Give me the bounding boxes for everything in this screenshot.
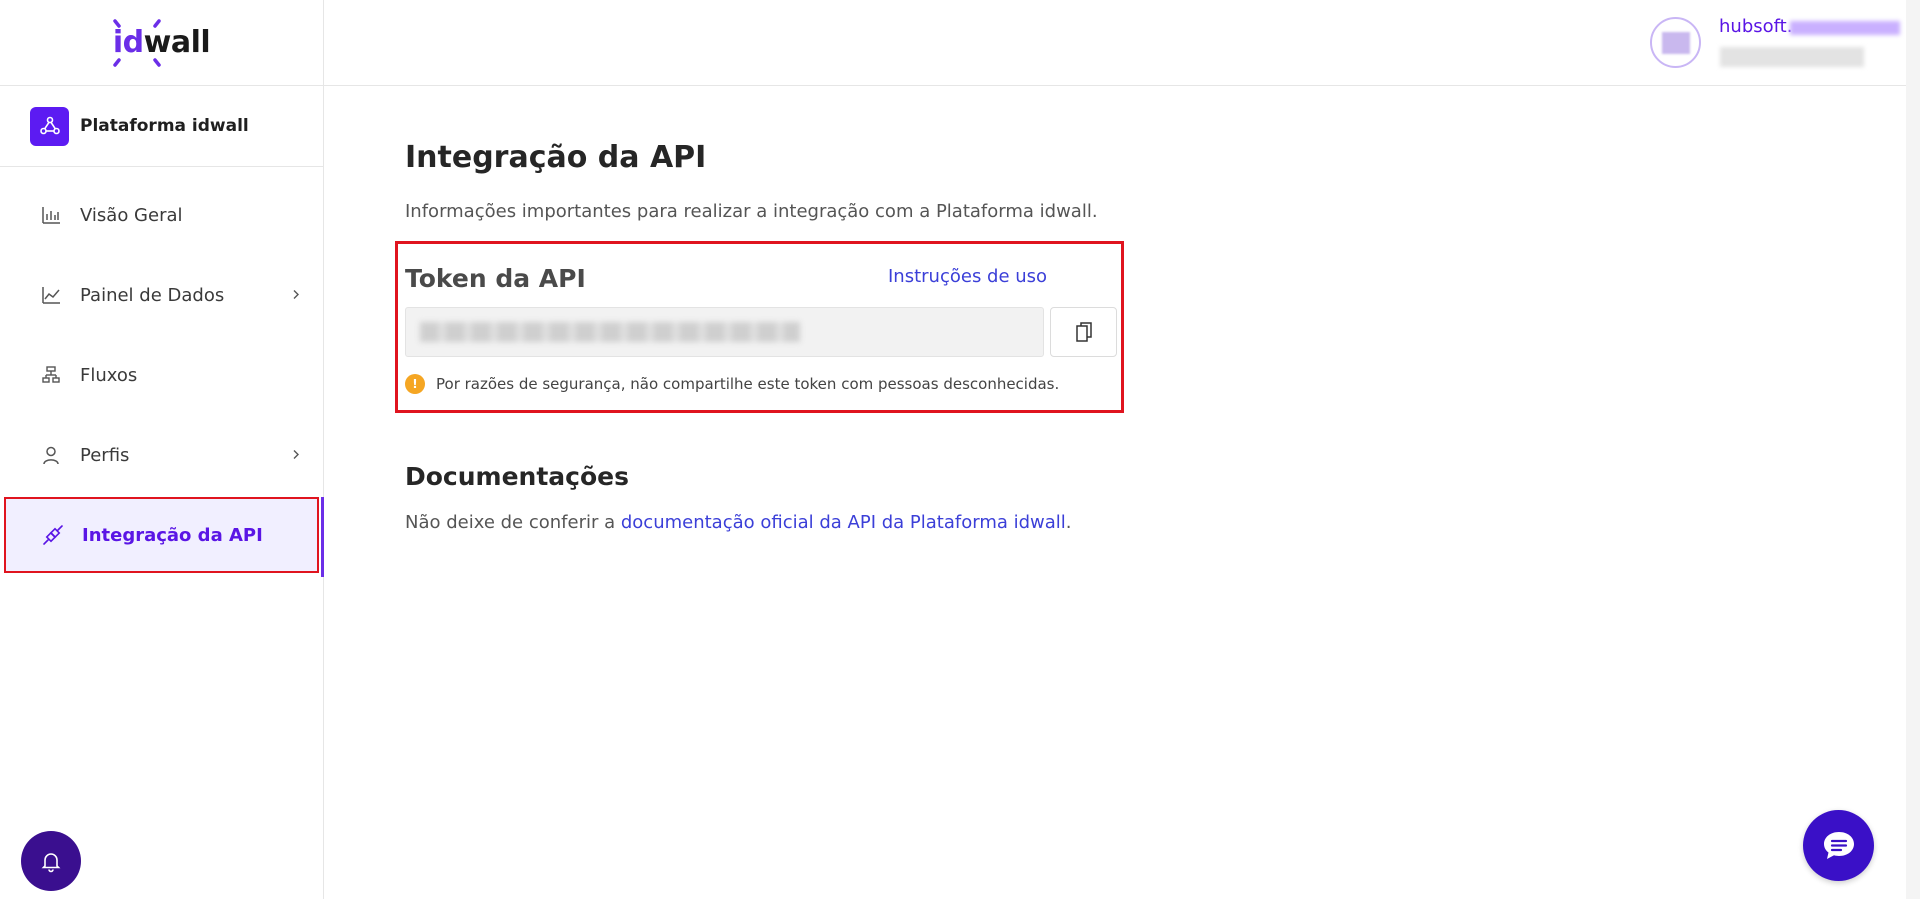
docs-text: Não deixe de conferir a documentação ofi… (405, 512, 1072, 533)
sidebar-item-label: Integração da API (82, 524, 263, 546)
warning-text: Por razões de segurança, não compartilhe… (436, 375, 1060, 393)
sidebar-item-label: Visão Geral (80, 204, 183, 226)
plug-icon (42, 524, 64, 546)
token-section: Token da API Instruções de uso ! Por raz… (395, 241, 1124, 413)
copy-token-button[interactable] (1050, 307, 1117, 357)
bell-icon (41, 853, 61, 873)
sidebar: idwall Plataforma idwall Visão Geral Pai… (0, 0, 324, 899)
user-name-redacted (1790, 21, 1900, 35)
security-warning: ! Por razões de segurança, não compartil… (405, 374, 1059, 394)
sidebar-item-fluxos[interactable]: Fluxos (0, 335, 323, 415)
token-title: Token da API (405, 264, 586, 293)
docs-text-after: . (1065, 512, 1072, 533)
page-description: Informações importantes para realizar a … (405, 201, 1098, 222)
chevron-right-icon (291, 446, 301, 465)
notifications-button[interactable] (21, 831, 81, 891)
sidebar-item-perfis[interactable]: Perfis (0, 415, 323, 495)
app-root: idwall Plataforma idwall Visão Geral Pai… (0, 0, 1920, 899)
main-content: Integração da API Informações importante… (395, 140, 1505, 533)
logo-rays-icon (113, 18, 161, 67)
idwall-logo[interactable]: idwall (113, 17, 211, 69)
token-value-redacted (420, 322, 800, 342)
line-chart-icon (40, 284, 62, 306)
flow-icon (40, 364, 62, 386)
platform-name: Plataforma idwall (80, 116, 249, 136)
chevron-right-icon (291, 286, 301, 305)
sidebar-item-label: Painel de Dados (80, 284, 225, 306)
top-header: hubsoft. (324, 0, 1906, 86)
sidebar-item-visao-geral[interactable]: Visão Geral (0, 175, 323, 255)
platform-badge (30, 106, 69, 146)
sidebar-item-integracao-da-api[interactable]: Integração da API (4, 497, 324, 577)
active-indicator (321, 497, 324, 577)
copy-icon (1075, 322, 1092, 342)
sidebar-item-painel-de-dados[interactable]: Painel de Dados (0, 255, 323, 335)
platform-selector[interactable]: Plataforma idwall (0, 86, 323, 167)
docs-text-before: Não deixe de conferir a (405, 512, 621, 533)
logo-area: idwall (0, 0, 323, 86)
docs-title: Documentações (405, 462, 629, 491)
chat-button[interactable] (1803, 810, 1874, 881)
avatar-image (1661, 31, 1690, 54)
docs-link[interactable]: documentação oficial da API da Plataform… (621, 512, 1066, 533)
sidebar-nav: Visão Geral Painel de Dados Fluxos Perfi… (0, 167, 324, 577)
user-subtitle-redacted (1720, 47, 1864, 67)
chat-icon (1823, 831, 1854, 859)
bar-chart-icon (40, 204, 62, 226)
scrollbar[interactable] (1906, 0, 1920, 899)
token-field[interactable] (405, 307, 1044, 357)
network-icon (39, 116, 60, 135)
instructions-link[interactable]: Instruções de uso (888, 266, 1047, 287)
user-name[interactable]: hubsoft. (1719, 16, 1792, 37)
warning-icon: ! (405, 374, 425, 394)
page-title: Integração da API (405, 140, 707, 175)
user-icon (40, 444, 62, 466)
avatar[interactable] (1650, 17, 1701, 68)
sidebar-item-label: Perfis (80, 444, 130, 466)
sidebar-item-label: Fluxos (80, 364, 138, 386)
